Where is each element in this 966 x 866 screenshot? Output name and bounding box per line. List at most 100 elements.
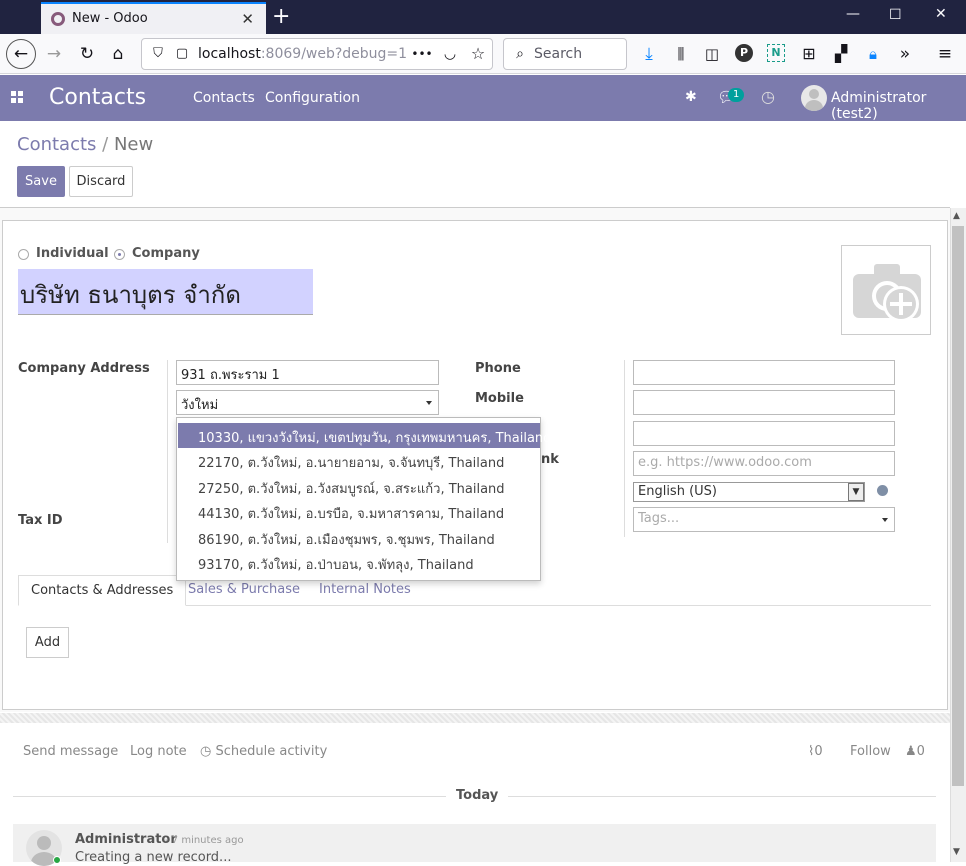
message-body: Creating a new record... xyxy=(75,850,232,865)
scrollbar-thumb[interactable] xyxy=(952,226,964,786)
page-info-icon[interactable]: ▢ xyxy=(170,42,194,66)
messages-count-badge: 1 xyxy=(728,88,745,102)
back-icon[interactable]: ← xyxy=(6,39,36,69)
extension-n-icon[interactable]: N xyxy=(767,44,785,62)
url-text[interactable]: localhost:8069/web?debug=1#id= xyxy=(198,46,408,62)
breadcrumb-contacts[interactable]: Contacts xyxy=(17,134,96,155)
lock-icon[interactable]: 🔒︎ xyxy=(861,42,885,66)
company-name-input[interactable]: บริษัท ธนาบุตร จำกัด xyxy=(18,269,313,315)
library-icon[interactable]: ⫼ xyxy=(669,42,693,66)
url-bar[interactable]: ⛉ ▢ localhost:8069/web?debug=1#id= ••• ◡… xyxy=(141,38,493,70)
autocomplete-item[interactable]: 22170, ต.วังใหม่, อ.นายายอาม, จ.จันทบุรี… xyxy=(178,448,540,473)
apps-grid-icon[interactable] xyxy=(11,91,23,103)
home-icon[interactable]: ⌂ xyxy=(106,42,130,66)
odoo-favicon-icon xyxy=(51,12,65,26)
follow-button[interactable]: Follow xyxy=(850,744,891,759)
radio-individual[interactable] xyxy=(18,249,29,260)
clock-icon: ◷ xyxy=(200,744,216,759)
tags-chevron-down-icon[interactable] xyxy=(882,518,888,522)
forward-icon[interactable]: → xyxy=(42,42,66,66)
followers-button[interactable]: ♟0 xyxy=(905,744,925,759)
user-menu[interactable]: Administrator (test2) xyxy=(831,90,966,122)
mobile-label: Mobile xyxy=(475,391,524,406)
shield-icon[interactable]: ⛉ xyxy=(146,42,170,66)
tags-input[interactable]: Tags... xyxy=(633,507,895,532)
language-dropdown-icon[interactable]: ▼ xyxy=(848,483,864,501)
window-close-icon[interactable]: ✕ xyxy=(935,6,947,22)
language-select[interactable]: English (US) xyxy=(633,482,865,502)
search-icon: ⌕ xyxy=(516,46,524,62)
bookmark-star-icon[interactable]: ☆ xyxy=(466,42,490,66)
globe-icon[interactable] xyxy=(877,485,888,496)
breadcrumb: Contacts / New xyxy=(17,134,153,155)
browser-search-input[interactable]: ⌕ Search xyxy=(503,38,627,70)
schedule-activity-button[interactable]: ◷ Schedule activity xyxy=(200,744,327,759)
save-button[interactable]: Save xyxy=(17,166,65,197)
autocomplete-item[interactable]: 86190, ต.วังใหม่, อ.เมืองชุมพร, จ.ชุมพร,… xyxy=(178,525,540,550)
overflow-chevron-icon[interactable]: » xyxy=(893,42,917,66)
menu-contacts[interactable]: Contacts xyxy=(193,90,255,106)
radio-individual-label[interactable]: Individual xyxy=(36,246,109,261)
radio-company-label[interactable]: Company xyxy=(132,246,200,261)
discard-button[interactable]: Discard xyxy=(69,166,133,197)
tags-placeholder: Tags... xyxy=(638,511,680,526)
extension-fence-icon[interactable]: ⊞ xyxy=(797,42,821,66)
attachments-count: 0 xyxy=(814,744,823,759)
add-contact-button[interactable]: Add xyxy=(26,627,69,658)
camera-plus-icon xyxy=(853,264,921,322)
browser-tab[interactable]: New - Odoo ✕ xyxy=(41,2,266,34)
extension-p-icon[interactable]: P xyxy=(735,44,753,62)
send-message-button[interactable]: Send message xyxy=(23,744,118,759)
user-avatar[interactable] xyxy=(801,85,827,111)
street-input[interactable]: 931 ถ.พระราม 1 xyxy=(176,360,439,385)
city-autocomplete-input[interactable]: วังใหม่ xyxy=(176,390,439,415)
hamburger-menu-icon[interactable]: ≡ xyxy=(933,42,957,66)
phone-input[interactable] xyxy=(633,360,895,385)
menu-configuration[interactable]: Configuration xyxy=(265,90,360,106)
message-author[interactable]: Administrator xyxy=(75,832,177,847)
city-autocomplete-dropdown: 10330, แขวงวังใหม่, เขตปทุมวัน, กรุงเทพม… xyxy=(176,417,551,581)
website-input[interactable]: e.g. https://www.odoo.com xyxy=(633,451,895,476)
pocket-icon[interactable]: ◡ xyxy=(438,42,462,66)
mobile-input[interactable] xyxy=(633,390,895,415)
reload-icon[interactable]: ↻ xyxy=(75,42,99,66)
search-placeholder: Search xyxy=(534,46,583,62)
chatter-divider xyxy=(0,713,950,723)
company-address-label: Company Address xyxy=(18,361,150,376)
download-icon[interactable]: ⤓ xyxy=(637,42,661,66)
image-upload[interactable] xyxy=(841,245,931,335)
autocomplete-item[interactable]: 10330, แขวงวังใหม่, เขตปทุมวัน, กรุงเทพม… xyxy=(178,423,551,448)
scroll-up-icon[interactable]: ▲ xyxy=(953,211,960,221)
activity-clock-icon[interactable]: ◷ xyxy=(761,87,775,106)
breadcrumb-current: New xyxy=(113,134,154,155)
online-status-icon xyxy=(53,856,61,864)
user-icon: ♟ xyxy=(905,744,917,759)
minimize-icon[interactable]: — xyxy=(846,6,860,22)
autocomplete-item[interactable]: 44130, ต.วังใหม่, อ.บรบือ, จ.มหาสารคาม, … xyxy=(178,499,540,524)
column-separator xyxy=(167,360,168,543)
tax-id-label: Tax ID xyxy=(18,513,63,528)
tab-close-icon[interactable]: ✕ xyxy=(241,10,254,28)
log-note-button[interactable]: Log note xyxy=(130,744,187,759)
page-actions-icon[interactable]: ••• xyxy=(410,42,434,66)
app-brand[interactable]: Contacts xyxy=(49,85,146,110)
website-placeholder: e.g. https://www.odoo.com xyxy=(638,455,812,470)
phone-label: Phone xyxy=(475,361,521,376)
attachments-button[interactable]: ⌇0 xyxy=(808,744,823,759)
browser-titlebar: New - Odoo ✕ + — ☐ ✕ xyxy=(0,0,966,34)
autocomplete-item[interactable]: 93170, ต.วังใหม่, อ.ป่าบอน, จ.พัทลุง, Th… xyxy=(178,550,540,575)
chevron-down-icon[interactable] xyxy=(426,401,432,405)
breadcrumb-separator: / xyxy=(102,134,109,155)
new-tab-icon[interactable]: + xyxy=(272,4,290,29)
email-input[interactable] xyxy=(633,421,895,446)
maximize-icon[interactable]: ☐ xyxy=(889,7,902,23)
scroll-down-icon[interactable]: ▼ xyxy=(953,847,960,857)
debug-bug-icon[interactable]: ✱ xyxy=(685,89,697,105)
browser-tab-title: New - Odoo xyxy=(72,11,148,26)
autocomplete-item[interactable]: 27250, ต.วังใหม่, อ.วังสมบูรณ์, จ.สระแก้… xyxy=(178,474,540,499)
extension-add-icon[interactable]: ▞ xyxy=(829,42,853,66)
sidebar-icon[interactable]: ◫ xyxy=(700,42,724,66)
browser-navbar: ← → ↻ ⌂ ⛉ ▢ localhost:8069/web?debug=1#i… xyxy=(0,34,966,74)
radio-company[interactable] xyxy=(114,249,125,260)
tab-contacts-addresses[interactable]: Contacts & Addresses xyxy=(18,575,187,606)
